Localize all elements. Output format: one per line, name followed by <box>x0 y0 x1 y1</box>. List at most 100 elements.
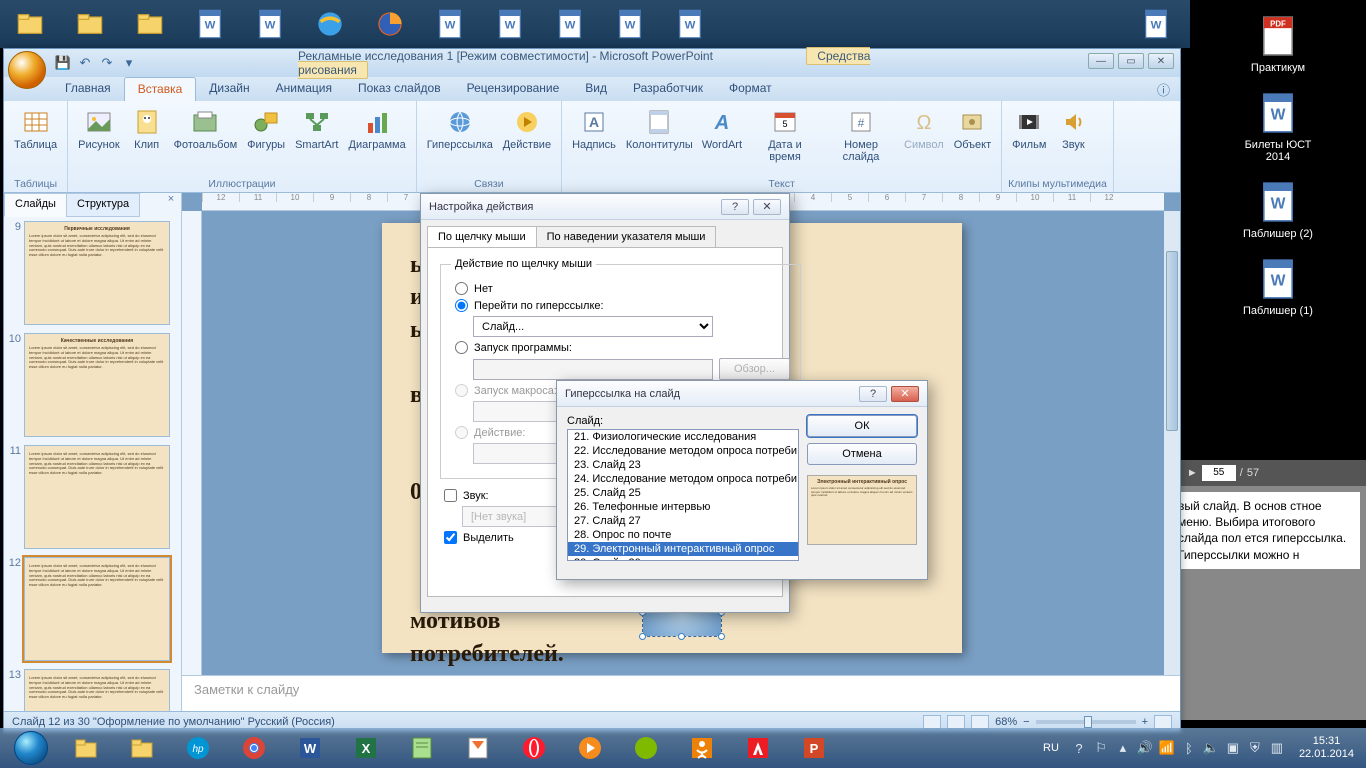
ribbon-tab[interactable]: Главная <box>52 77 124 101</box>
taskstrip-item[interactable] <box>0 0 60 48</box>
zoom-in-icon[interactable]: + <box>1142 716 1148 728</box>
slide-thumbnail-row[interactable]: 13 Lorem ipsum dolor sit amet, consectet… <box>8 669 177 711</box>
taskstrip-item[interactable] <box>300 0 360 48</box>
qat-undo-icon[interactable]: ↶ <box>76 54 94 72</box>
tray-vol-icon[interactable]: 🔈 <box>1203 740 1219 756</box>
tray-snd-icon[interactable]: 🔊 <box>1137 740 1153 756</box>
taskbar-ok-button[interactable] <box>675 730 729 766</box>
pane-tab-slides[interactable]: Слайды <box>4 193 67 217</box>
ribbon-headerfooter-button[interactable]: Колонтитулы <box>622 104 696 154</box>
ribbon-movie-button[interactable]: Фильм <box>1008 104 1050 154</box>
ribbon-slidenum-button[interactable]: #Номер слайда <box>824 104 898 165</box>
start-button[interactable] <box>4 730 58 766</box>
qat-customize-icon[interactable]: ▾ <box>120 54 138 72</box>
ribbon-tab[interactable]: Вид <box>572 77 620 101</box>
ribbon-tab[interactable]: Показ слайдов <box>345 77 454 101</box>
radio-hyperlink[interactable] <box>455 299 468 312</box>
taskstrip-item[interactable]: W <box>180 0 240 48</box>
tray-bt-icon[interactable]: ᛒ <box>1181 740 1197 756</box>
sound-checkbox[interactable] <box>444 489 457 502</box>
view-normal-button[interactable] <box>923 715 941 729</box>
ribbon-date-button[interactable]: 5Дата и время <box>748 104 822 165</box>
view-sorter-button[interactable] <box>947 715 965 729</box>
scrollbar-thumb[interactable] <box>1166 251 1178 431</box>
pane-tab-outline[interactable]: Структура <box>66 193 140 217</box>
desktop-icon[interactable]: WПаблишер (1) <box>1233 255 1323 318</box>
dialog-close-button[interactable]: ✕ <box>753 199 781 215</box>
ribbon-tab[interactable]: Дизайн <box>196 77 262 101</box>
ribbon-tab[interactable]: Рецензирование <box>454 77 573 101</box>
cancel-button[interactable]: Отмена <box>807 443 917 465</box>
pane-close-icon[interactable]: × <box>161 193 181 217</box>
slide-list-item[interactable]: 26. Телефонные интервью <box>568 500 798 514</box>
taskbar-word-button[interactable]: W <box>283 730 337 766</box>
taskbar-hp-button[interactable]: hp <box>171 730 225 766</box>
slide-list-item[interactable]: 30. Слайд 30 <box>568 556 798 561</box>
slide-thumbnail-row[interactable]: 11 Lorem ipsum dolor sit amet, consectet… <box>8 445 177 549</box>
ribbon-album-button[interactable]: Фотоальбом <box>170 104 242 154</box>
tab-mouse-click[interactable]: По щелчку мыши <box>427 226 537 247</box>
ribbon-action-button[interactable]: Действие <box>499 104 555 154</box>
slide-thumbnail-row[interactable]: 10 Качественные исследования Lorem ipsum… <box>8 333 177 437</box>
slide-list-item[interactable]: 21. Физиологические исследования <box>568 430 798 444</box>
taskbar-notepadpp-button[interactable] <box>395 730 449 766</box>
taskstrip-item[interactable]: W <box>600 0 660 48</box>
highlight-checkbox[interactable] <box>444 531 457 544</box>
slide-thumbnail-row[interactable]: 12 Lorem ipsum dolor sit amet, consectet… <box>8 557 177 661</box>
taskstrip-item[interactable]: W <box>540 0 600 48</box>
taskbar-folder-button[interactable] <box>115 730 169 766</box>
pdf-next-icon[interactable]: ► <box>1187 467 1198 479</box>
ribbon-sound-button[interactable]: Звук <box>1052 104 1094 154</box>
ribbon-pic-button[interactable]: Рисунок <box>74 104 124 154</box>
qat-redo-icon[interactable]: ↷ <box>98 54 116 72</box>
taskbar-powerpoint-button[interactable]: P <box>787 730 841 766</box>
desktop-icon[interactable]: WБилеты ЮСТ 2014 <box>1233 89 1323 164</box>
slide-list-item[interactable]: 29. Электронный интерактивный опрос <box>568 542 798 556</box>
radio-run-program[interactable] <box>455 341 468 354</box>
dialog-close-button[interactable]: ✕ <box>891 386 919 402</box>
ribbon-table-button[interactable]: Таблица <box>10 104 61 154</box>
view-show-button[interactable] <box>971 715 989 729</box>
tray-up-icon[interactable]: ▴ <box>1115 740 1131 756</box>
office-button[interactable] <box>8 51 46 89</box>
desktop-icon[interactable]: PDFПрактикум <box>1233 12 1323 75</box>
fit-button[interactable] <box>1154 715 1172 729</box>
taskbar-excel-button[interactable]: X <box>339 730 393 766</box>
slide-list-item[interactable]: 22. Исследование методом опроса потреби <box>568 444 798 458</box>
dialog-titlebar[interactable]: Гиперссылка на слайд ? ✕ <box>557 381 927 407</box>
tray-shield-icon[interactable]: ⛨ <box>1247 740 1263 756</box>
taskstrip-item[interactable]: W <box>1126 0 1186 48</box>
ribbon-tab[interactable]: Формат <box>716 77 785 101</box>
maximize-button[interactable]: ▭ <box>1118 53 1144 69</box>
taskbar-adobe-button[interactable] <box>731 730 785 766</box>
dialog-help-button[interactable]: ? <box>859 386 887 402</box>
tab-mouse-over[interactable]: По наведении указателя мыши <box>536 226 717 247</box>
taskstrip-item[interactable]: W <box>420 0 480 48</box>
taskstrip-item[interactable] <box>60 0 120 48</box>
qat-save-icon[interactable]: 💾 <box>54 54 72 72</box>
ribbon-tab[interactable]: Разработчик <box>620 77 716 101</box>
slide-list-item[interactable]: 25. Слайд 25 <box>568 486 798 500</box>
taskbar-clock[interactable]: 15:3122.01.2014 <box>1291 735 1362 761</box>
taskbar-explorer-button[interactable] <box>59 730 113 766</box>
titlebar[interactable]: 💾 ↶ ↷ ▾ Рекламные исследования 1 [Режим … <box>4 49 1180 77</box>
ribbon-tab[interactable]: Вставка <box>124 77 197 101</box>
taskbar-yandex-button[interactable] <box>619 730 673 766</box>
taskbar-foxit-button[interactable] <box>451 730 505 766</box>
taskstrip-item[interactable]: W <box>660 0 720 48</box>
tray-cam-icon[interactable]: ▣ <box>1225 740 1241 756</box>
ribbon-shapes-button[interactable]: Фигуры <box>243 104 289 154</box>
ribbon-textbox-button[interactable]: AНадпись <box>568 104 620 154</box>
ribbon-link-button[interactable]: Гиперссылка <box>423 104 497 154</box>
taskstrip-item[interactable] <box>120 0 180 48</box>
zoom-slider[interactable] <box>1036 720 1136 724</box>
slide-list-item[interactable]: 24. Исследование методом опроса потреби <box>568 472 798 486</box>
taskbar-chrome-button[interactable] <box>227 730 281 766</box>
notes-pane[interactable]: Заметки к слайду <box>182 675 1180 711</box>
slide-list-item[interactable]: 23. Слайд 23 <box>568 458 798 472</box>
ribbon-chart-button[interactable]: Диаграмма <box>345 104 410 154</box>
desktop-icon[interactable]: WПаблишер (2) <box>1233 178 1323 241</box>
slide-list[interactable]: 21. Физиологические исследования22. Иссл… <box>567 429 799 561</box>
vertical-scrollbar[interactable] <box>1164 211 1180 675</box>
close-button[interactable]: ✕ <box>1148 53 1174 69</box>
